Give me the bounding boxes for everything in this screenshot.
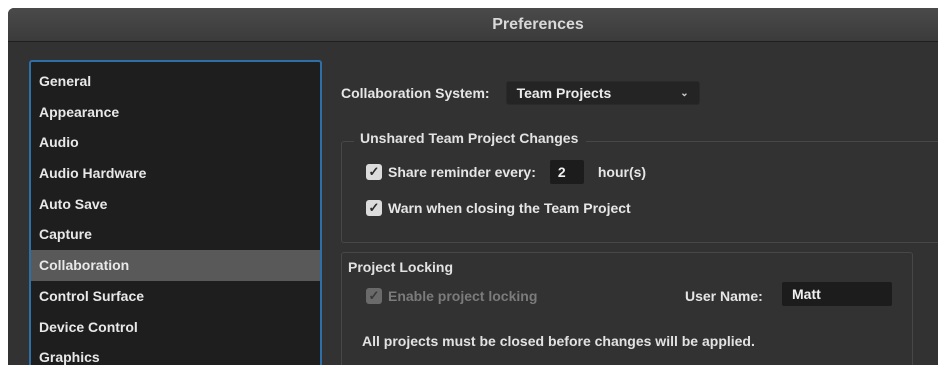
warn-closing-row: ✓ Warn when closing the Team Project (366, 200, 631, 216)
sidebar-item-graphics[interactable]: Graphics (31, 342, 320, 365)
collaboration-panel: Collaboration System: Team Projects ⌄ Un… (338, 66, 938, 365)
collaboration-system-value: Team Projects (516, 85, 612, 101)
share-reminder-label: Share reminder every: (388, 164, 536, 180)
share-reminder-checkbox[interactable]: ✓ (366, 164, 382, 180)
collaboration-system-row: Collaboration System: Team Projects ⌄ (341, 81, 700, 105)
checkmark-icon: ✓ (368, 288, 380, 303)
chevron-down-icon: ⌄ (680, 87, 689, 99)
sidebar-item-general[interactable]: General (31, 66, 320, 97)
username-input[interactable]: Matt (782, 282, 892, 306)
sidebar-item-capture[interactable]: Capture (31, 219, 320, 250)
preferences-window: Preferences General Appearance Audio Aud… (8, 8, 938, 365)
checkmark-icon: ✓ (368, 164, 380, 179)
sidebar-item-control-surface[interactable]: Control Surface (31, 281, 320, 312)
enable-locking-row: ✓ Enable project locking (366, 288, 537, 304)
sidebar-item-appearance[interactable]: Appearance (31, 97, 320, 128)
enable-locking-label: Enable project locking (388, 288, 538, 304)
sidebar-item-collaboration[interactable]: Collaboration (31, 250, 320, 281)
username-label: User Name: (685, 288, 763, 304)
enable-locking-checkbox[interactable]: ✓ (366, 288, 382, 304)
locking-note: All projects must be closed before chang… (362, 333, 755, 349)
share-reminder-hours-input[interactable]: 2 (549, 160, 584, 184)
checkmark-icon: ✓ (368, 200, 380, 215)
collaboration-system-label: Collaboration System: (341, 85, 490, 101)
preferences-category-list[interactable]: General Appearance Audio Audio Hardware … (29, 60, 322, 365)
sidebar-item-audio[interactable]: Audio (31, 127, 320, 158)
warn-closing-label: Warn when closing the Team Project (388, 200, 631, 216)
share-reminder-unit: hour(s) (597, 164, 647, 180)
sidebar-item-device-control[interactable]: Device Control (31, 312, 320, 343)
project-locking-title: Project Locking (348, 259, 454, 275)
sidebar-item-audio-hardware[interactable]: Audio Hardware (31, 158, 320, 189)
window-title: Preferences (492, 15, 584, 33)
warn-closing-checkbox[interactable]: ✓ (366, 200, 382, 216)
unshared-changes-group: Unshared Team Project Changes ✓ Share re… (341, 130, 938, 243)
collaboration-system-select[interactable]: Team Projects ⌄ (505, 81, 700, 105)
sidebar-item-auto-save[interactable]: Auto Save (31, 189, 320, 220)
share-reminder-row: ✓ Share reminder every: 2 hour(s) (366, 160, 646, 184)
unshared-changes-title: Unshared Team Project Changes (354, 130, 587, 146)
title-bar[interactable]: Preferences (8, 8, 938, 42)
project-locking-group: Project Locking ✓ Enable project locking… (341, 252, 913, 365)
